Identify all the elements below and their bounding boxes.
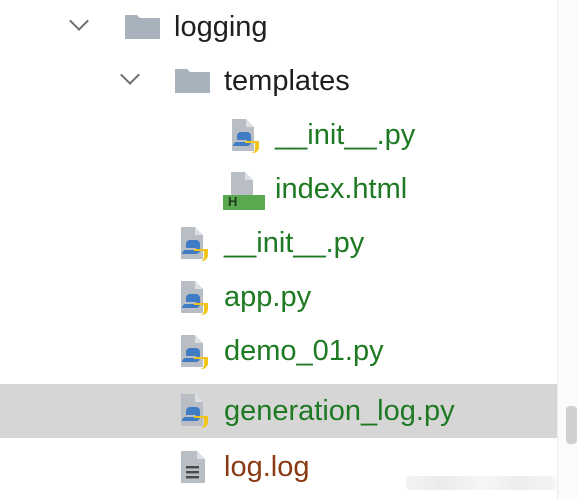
python-file-icon <box>232 119 259 153</box>
scrollbar-thumb[interactable] <box>566 406 577 444</box>
python-file-icon <box>181 335 208 369</box>
python-file-icon <box>181 394 208 428</box>
tree-item-demo-01-py[interactable]: demo_01.py <box>0 324 557 378</box>
project-tree: logging templates __init__.py H index.ht… <box>0 0 557 499</box>
tree-item-logging[interactable]: logging <box>0 0 557 54</box>
tree-item-generation-log-py[interactable]: generation_log.py <box>0 384 557 438</box>
tree-item-label: index.html <box>275 173 408 205</box>
tree-item-label: demo_01.py <box>224 335 384 367</box>
chevron-down-icon[interactable] <box>69 11 89 31</box>
tree-item-templates[interactable]: templates <box>0 54 557 108</box>
tree-item-app-py[interactable]: app.py <box>0 270 557 324</box>
tree-item-label: logging <box>174 11 268 43</box>
chevron-down-icon[interactable] <box>120 65 140 85</box>
tree-item-label: generation_log.py <box>224 395 455 427</box>
watermark-blur <box>406 476 556 490</box>
folder-icon <box>125 15 160 39</box>
python-file-icon <box>181 281 208 315</box>
tree-item-init-py-templates[interactable]: __init__.py <box>0 108 557 162</box>
tree-item-label: __init__.py <box>275 119 416 151</box>
folder-icon <box>175 69 210 93</box>
text-file-icon <box>181 451 205 483</box>
tree-item-label: app.py <box>224 281 312 313</box>
tree-item-label: __init__.py <box>224 227 365 259</box>
tree-item-index-html[interactable]: H index.html <box>0 162 557 216</box>
tree-item-init-py[interactable]: __init__.py <box>0 216 557 270</box>
tree-item-label: log.log <box>224 451 310 483</box>
tree-item-label: templates <box>224 65 350 97</box>
html-badge-letter: H <box>228 194 238 209</box>
python-file-icon <box>181 227 208 261</box>
